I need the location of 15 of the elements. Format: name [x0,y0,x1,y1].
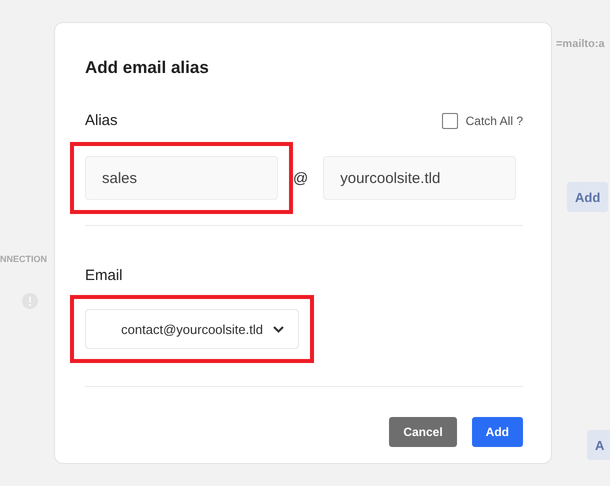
catch-all-checkbox[interactable]: Catch All ? [442,112,523,128]
add-button[interactable]: A [587,430,610,460]
alias-field[interactable]: sales [85,156,278,200]
at-sign: @ [293,170,308,186]
email-label: Email [85,267,123,284]
domain-field[interactable]: yourcoolsite.tld [323,156,516,200]
alias-label: Alias [85,112,118,129]
email-select[interactable]: contact@yourcoolsite.tld [85,309,299,349]
add-button[interactable]: Add [472,417,523,447]
chevron-down-icon [273,326,284,332]
background-label: NNECTION [0,254,47,264]
background-text: =mailto:a [556,38,605,50]
cancel-button[interactable]: Cancel [389,417,457,447]
add-button[interactable]: Add [567,182,608,212]
dialog-title: Add email alias [85,58,210,78]
